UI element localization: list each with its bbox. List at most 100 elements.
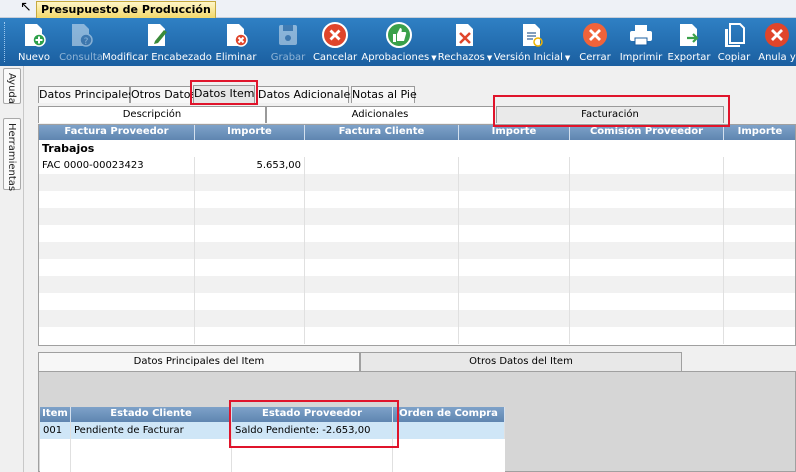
- main-content: Datos Principales Otros Datos Datos Item…: [30, 66, 796, 472]
- cell-importe-3[interactable]: [724, 157, 795, 174]
- aprobaciones-label: Aprobaciones ▼: [361, 52, 437, 63]
- consulta-button[interactable]: ? Consulta: [58, 18, 104, 66]
- version-doc-icon: [517, 20, 547, 50]
- thumbs-up-icon: [384, 20, 414, 50]
- cell-estado-cliente[interactable]: Pendiente de Facturar: [71, 422, 232, 439]
- cell-comision[interactable]: [570, 157, 724, 174]
- eliminar-label: Eliminar: [215, 52, 257, 63]
- imprimir-button[interactable]: Imprimir: [618, 18, 664, 66]
- empty-row: [39, 225, 795, 242]
- left-sidebar: Ayuda Herramientas: [0, 66, 24, 472]
- delete-doc-icon: [221, 20, 251, 50]
- imprimir-label: Imprimir: [619, 52, 663, 63]
- cell-factura-proveedor[interactable]: FAC 0000-00023423: [39, 157, 195, 174]
- version-inicial-label: Versión Inicial ▼: [493, 52, 571, 63]
- grabar-button[interactable]: Grabar: [266, 18, 310, 66]
- tab-datos-principales[interactable]: Datos Principales: [38, 86, 134, 103]
- empty-row: [39, 293, 795, 310]
- col-item[interactable]: Item: [40, 407, 71, 422]
- cancelar-label: Cancelar: [312, 52, 358, 63]
- cell-importe[interactable]: 5.653,00: [195, 157, 305, 174]
- empty-row: [39, 327, 795, 344]
- billing-grid: Factura Proveedor Importe Factura Client…: [38, 124, 796, 346]
- cerrar-button[interactable]: Cerrar: [574, 18, 616, 66]
- empty-row: [40, 439, 505, 456]
- window-tab[interactable]: Presupuesto de Producción: [36, 1, 216, 18]
- new-doc-icon: [19, 20, 49, 50]
- empty-row: [39, 276, 795, 293]
- sub-tabs: Descripción Adicionales Facturación: [38, 106, 796, 123]
- col-importe-2[interactable]: Importe: [459, 125, 570, 140]
- tab-notas-al-pie[interactable]: Notas al Pie: [351, 86, 417, 103]
- printer-icon: [626, 20, 656, 50]
- cancel-circle-icon: [320, 20, 350, 50]
- tab-otros-datos-item[interactable]: Otros Datos del Item: [360, 352, 682, 371]
- toolbar-grip[interactable]: [4, 22, 7, 62]
- eliminar-button[interactable]: Eliminar: [210, 18, 262, 66]
- rechazos-button[interactable]: Rechazos ▼: [437, 18, 493, 66]
- col-importe-3[interactable]: Importe: [724, 125, 795, 140]
- save-disk-icon: [273, 20, 303, 50]
- title-bar: ↖ Presupuesto de Producción: [0, 0, 796, 18]
- cerrar-label: Cerrar: [579, 52, 611, 63]
- empty-row: [39, 310, 795, 327]
- tab-datos-principales-item[interactable]: Datos Principales del Item: [38, 352, 360, 371]
- tab-otros-datos[interactable]: Otros Datos: [130, 86, 196, 103]
- reject-doc-icon: [450, 20, 480, 50]
- anula-label: Anula y: [758, 52, 796, 63]
- group-label: Trabajos: [42, 142, 95, 155]
- table-row[interactable]: FAC 0000-00023423 5.653,00: [39, 157, 795, 174]
- toolbar: Nuevo ? Consulta Modificar Encabezado El…: [0, 18, 796, 66]
- cell-item[interactable]: 001: [40, 422, 71, 439]
- consulta-label: Consulta: [59, 52, 103, 63]
- sidebar-tab-label: Herramientas: [6, 123, 17, 192]
- empty-row: [39, 208, 795, 225]
- col-factura-proveedor[interactable]: Factura Proveedor: [39, 125, 195, 140]
- cell-importe-2[interactable]: [459, 157, 570, 174]
- table-row[interactable]: 001 Pendiente de Facturar Saldo Pendient…: [40, 422, 505, 439]
- exportar-label: Exportar: [667, 52, 711, 63]
- empty-row: [39, 174, 795, 191]
- cell-factura-cliente[interactable]: [305, 157, 459, 174]
- annul-icon: [762, 20, 792, 50]
- empty-row: [39, 191, 795, 208]
- col-estado-proveedor[interactable]: Estado Proveedor: [232, 407, 393, 422]
- bottom-tabs: Datos Principales del Item Otros Datos d…: [38, 352, 796, 371]
- cell-estado-proveedor[interactable]: Saldo Pendiente: -2.653,00: [232, 422, 393, 439]
- edit-pencil-icon: [142, 20, 172, 50]
- subtab-adicionales[interactable]: Adicionales: [266, 106, 494, 123]
- exportar-button[interactable]: Exportar: [666, 18, 712, 66]
- anula-button[interactable]: Anula y: [758, 18, 796, 66]
- query-doc-icon: ?: [66, 20, 96, 50]
- modificar-encabezado-label: Modificar Encabezado: [102, 52, 212, 63]
- modificar-encabezado-button[interactable]: Modificar Encabezado: [102, 18, 212, 66]
- bottom-panel: Item Estado Cliente Estado Proveedor Ord…: [38, 371, 796, 472]
- cell-orden-compra[interactable]: [393, 422, 505, 439]
- sidebar-tab-herramientas[interactable]: Herramientas: [3, 118, 21, 192]
- grabar-label: Grabar: [270, 52, 306, 63]
- billing-grid-header: Factura Proveedor Importe Factura Client…: [39, 125, 795, 140]
- cancelar-button[interactable]: Cancelar: [312, 18, 358, 66]
- tab-datos-adicionales[interactable]: Datos Adicionales: [257, 86, 356, 103]
- sidebar-tab-ayuda[interactable]: Ayuda: [3, 68, 21, 104]
- sidebar-tab-label: Ayuda: [6, 73, 17, 104]
- col-estado-cliente[interactable]: Estado Cliente: [71, 407, 232, 422]
- svg-text:?: ?: [84, 37, 89, 47]
- subtab-descripcion[interactable]: Descripción: [38, 106, 266, 123]
- rechazos-label: Rechazos ▼: [437, 52, 493, 63]
- empty-row: [39, 259, 795, 276]
- col-factura-cliente[interactable]: Factura Cliente: [305, 125, 459, 140]
- nuevo-button[interactable]: Nuevo: [14, 18, 54, 66]
- copiar-button[interactable]: Copiar: [714, 18, 754, 66]
- empty-row: [39, 242, 795, 259]
- col-orden-compra[interactable]: Orden de Compra: [393, 407, 505, 422]
- tab-datos-item[interactable]: Datos Item: [193, 85, 255, 103]
- version-inicial-button[interactable]: Versión Inicial ▼: [494, 18, 570, 66]
- subtab-facturacion[interactable]: Facturación: [496, 106, 724, 123]
- export-doc-icon: [674, 20, 704, 50]
- aprobaciones-button[interactable]: Aprobaciones ▼: [361, 18, 437, 66]
- copy-doc-icon: [719, 20, 749, 50]
- col-importe[interactable]: Importe: [195, 125, 305, 140]
- col-comision-proveedor[interactable]: Comisión Proveedor: [570, 125, 724, 140]
- item-grid: Item Estado Cliente Estado Proveedor Ord…: [40, 407, 505, 472]
